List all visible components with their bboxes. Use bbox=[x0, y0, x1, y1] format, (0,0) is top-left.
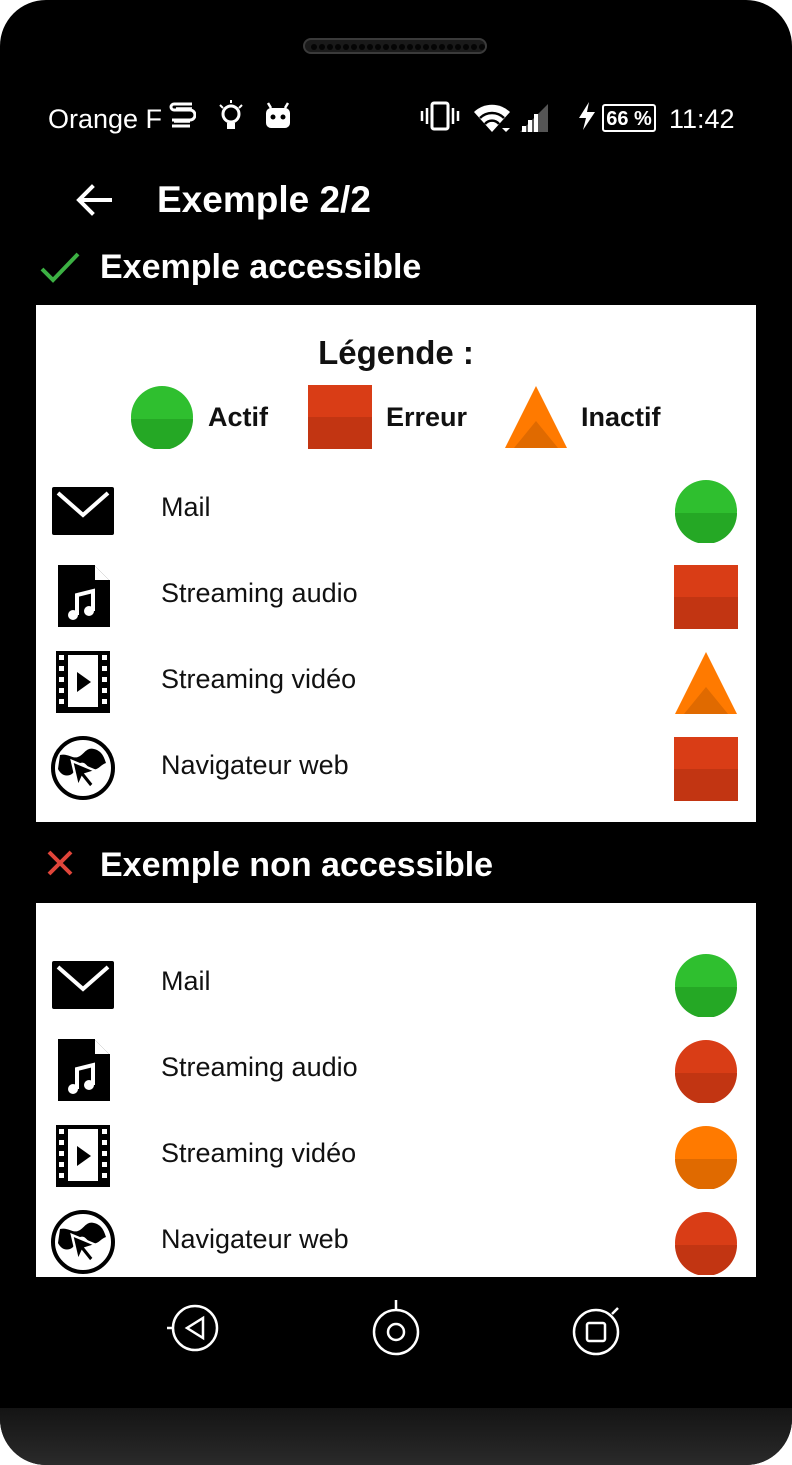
status-red-circle-icon bbox=[675, 1212, 737, 1275]
speaker-hole bbox=[471, 44, 477, 50]
speaker-hole bbox=[319, 44, 325, 50]
status-green-circle-icon bbox=[675, 954, 737, 1017]
accessible-panel: Légende : Actif Erreur Inactif Mail Stre… bbox=[36, 305, 756, 822]
list-item-label: Streaming vidéo bbox=[161, 1138, 357, 1168]
nav-recents-icon[interactable] bbox=[566, 1298, 626, 1358]
list-item-mail[interactable]: Mail bbox=[36, 939, 756, 1025]
charging-bolt-icon bbox=[579, 102, 595, 130]
back-arrow-icon[interactable] bbox=[72, 178, 116, 222]
carrier-name: Orange F bbox=[48, 104, 163, 134]
earpiece-speaker bbox=[303, 38, 487, 54]
accessible-section-title: Exemple accessible bbox=[100, 248, 422, 286]
battery-level: 66 % bbox=[606, 108, 652, 130]
list-item-label: Mail bbox=[161, 966, 211, 996]
list-item-label: Streaming audio bbox=[161, 1052, 358, 1082]
list-item-label: Mail bbox=[161, 492, 211, 522]
speaker-hole bbox=[439, 44, 445, 50]
wifi-icon bbox=[474, 104, 510, 132]
mail-icon bbox=[52, 961, 114, 1009]
check-icon bbox=[40, 252, 80, 283]
non-accessible-section-title: Exemple non accessible bbox=[100, 846, 494, 884]
music-file-icon bbox=[58, 565, 110, 627]
android-icon bbox=[266, 102, 290, 128]
clock: 11:42 bbox=[669, 104, 735, 134]
web-globe-icon bbox=[51, 1210, 115, 1274]
list-item-web-browser[interactable]: Navigateur web bbox=[36, 723, 756, 809]
speaker-hole bbox=[311, 44, 317, 50]
speaker-hole bbox=[415, 44, 421, 50]
legend-title: Légende : bbox=[318, 334, 474, 371]
legend-error-square-icon bbox=[308, 385, 372, 449]
web-globe-icon bbox=[51, 736, 115, 800]
speaker-hole bbox=[399, 44, 405, 50]
speaker-hole bbox=[343, 44, 349, 50]
list-item-label: Navigateur web bbox=[161, 750, 349, 780]
speaker-hole bbox=[327, 44, 333, 50]
status-error-square-icon bbox=[674, 565, 738, 629]
list-item-label: Navigateur web bbox=[161, 1224, 349, 1254]
mail-icon bbox=[52, 487, 114, 535]
speaker-hole bbox=[423, 44, 429, 50]
battery-indicator: 66 % bbox=[602, 104, 656, 132]
status-orange-circle-icon bbox=[675, 1126, 737, 1189]
speaker-hole bbox=[351, 44, 357, 50]
legend-label-inactive: Inactif bbox=[581, 402, 661, 432]
legend-label-error: Erreur bbox=[386, 402, 468, 432]
speaker-hole bbox=[431, 44, 437, 50]
legend-inactive-triangle-icon bbox=[505, 386, 567, 448]
signal-icon bbox=[520, 104, 548, 132]
phone-frame: Orange F 66 % 11:42 Exemple 2/2 Exemple … bbox=[0, 0, 792, 1465]
navigation-bar bbox=[0, 1290, 792, 1370]
legend-active-circle-icon bbox=[131, 386, 193, 449]
nav-home-icon[interactable] bbox=[366, 1298, 426, 1358]
video-file-icon bbox=[56, 1125, 110, 1187]
page-title: Exemple 2/2 bbox=[157, 179, 371, 220]
status-red-circle-icon bbox=[675, 1040, 737, 1103]
status-active-circle-icon bbox=[675, 480, 737, 543]
music-file-icon bbox=[58, 1039, 110, 1101]
speaker-hole bbox=[375, 44, 381, 50]
vibrate-icon bbox=[420, 101, 460, 131]
status-inactive-triangle-icon bbox=[675, 652, 737, 714]
speaker-hole bbox=[479, 44, 485, 50]
list-item-streaming-video[interactable]: Streaming vidéo bbox=[36, 637, 756, 723]
nav-back-icon[interactable] bbox=[165, 1298, 225, 1358]
speaker-hole bbox=[383, 44, 389, 50]
status-bar: Orange F 66 % 11:42 bbox=[0, 96, 792, 142]
non-accessible-panel: Mail Streaming audio Streaming vidéo Nav… bbox=[36, 903, 756, 1277]
cross-icon bbox=[47, 850, 73, 876]
speaker-hole bbox=[367, 44, 373, 50]
app-bar: Exemple 2/2 bbox=[0, 170, 792, 230]
speaker-hole bbox=[463, 44, 469, 50]
list-item-mail[interactable]: Mail bbox=[36, 465, 756, 551]
lightbulb-icon bbox=[219, 100, 243, 129]
speaker-hole bbox=[391, 44, 397, 50]
list-item-streaming-video[interactable]: Streaming vidéo bbox=[36, 1111, 756, 1197]
speaker-hole bbox=[359, 44, 365, 50]
s-logo-icon bbox=[169, 102, 196, 128]
video-file-icon bbox=[56, 651, 110, 713]
list-item-label: Streaming audio bbox=[161, 578, 358, 608]
status-error-square-icon bbox=[674, 737, 738, 801]
speaker-hole bbox=[455, 44, 461, 50]
legend-label-active: Actif bbox=[208, 402, 268, 432]
speaker-hole bbox=[335, 44, 341, 50]
list-item-streaming-audio[interactable]: Streaming audio bbox=[36, 551, 756, 637]
list-item-streaming-audio[interactable]: Streaming audio bbox=[36, 1025, 756, 1111]
list-item-label: Streaming vidéo bbox=[161, 664, 357, 694]
list-item-web-browser[interactable]: Navigateur web bbox=[36, 1197, 756, 1283]
speaker-hole bbox=[407, 44, 413, 50]
phone-chin bbox=[0, 1408, 792, 1465]
speaker-hole bbox=[447, 44, 453, 50]
